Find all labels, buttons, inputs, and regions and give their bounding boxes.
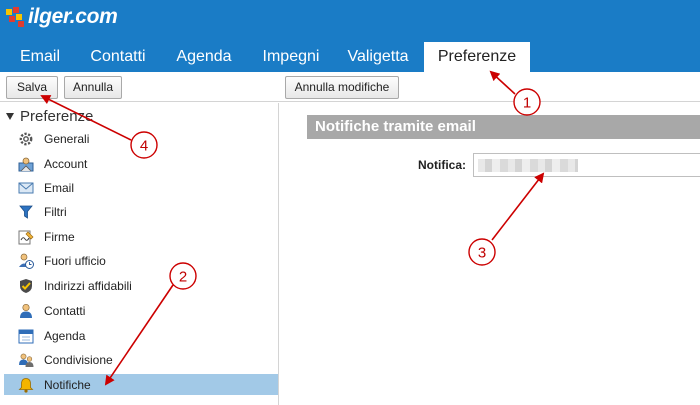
sidebar-item-label: Condivisione bbox=[44, 352, 113, 367]
notifica-label: Notifica: bbox=[418, 158, 466, 172]
sidebar-item-filtri[interactable]: Filtri bbox=[4, 201, 278, 222]
sidebar-item-account[interactable]: Account bbox=[4, 153, 278, 174]
sidebar-item-condivisione[interactable]: Condivisione bbox=[4, 349, 278, 370]
sidebar-item-label: Email bbox=[44, 180, 75, 195]
out-of-office-icon bbox=[18, 253, 34, 269]
sidebar-item-notifiche[interactable]: Notifiche bbox=[4, 374, 278, 395]
filter-icon bbox=[18, 204, 34, 220]
tab-impegni[interactable]: Impegni bbox=[250, 42, 332, 72]
cancel-button[interactable]: Annulla bbox=[64, 76, 122, 99]
tab-contatti[interactable]: Contatti bbox=[78, 42, 158, 72]
save-button[interactable]: Salva bbox=[6, 76, 58, 99]
envelope-icon bbox=[18, 180, 34, 196]
sidebar-item-firme[interactable]: Firme bbox=[4, 226, 278, 247]
sidebar-item-email[interactable]: Email bbox=[4, 177, 278, 198]
sidebar-header[interactable]: Preferenze bbox=[6, 106, 93, 126]
contact-icon bbox=[18, 303, 34, 319]
sidebar-item-label: Indirizzi affidabili bbox=[44, 278, 132, 293]
sidebar-title: Preferenze bbox=[20, 107, 94, 125]
account-icon bbox=[18, 156, 34, 172]
tab-email[interactable]: Email bbox=[8, 42, 72, 72]
sidebar-item-agenda[interactable]: Agenda bbox=[4, 325, 278, 346]
sidebar-item-label: Contatti bbox=[44, 303, 86, 318]
calendar-icon bbox=[18, 328, 34, 344]
toolbar: Salva Annulla Annulla modifiche bbox=[0, 72, 700, 102]
annotation-number-3: 3 bbox=[478, 245, 486, 262]
sidebar-item-label: Generali bbox=[44, 131, 90, 146]
logo-mark-icon bbox=[6, 7, 26, 27]
sidebar-item-label: Notifiche bbox=[44, 377, 91, 392]
section-title: Notifiche tramite email bbox=[307, 115, 700, 139]
notifica-email-input[interactable] bbox=[473, 153, 700, 177]
tab-preferenze[interactable]: Preferenze bbox=[424, 42, 530, 72]
annotation-badge-3 bbox=[468, 238, 496, 266]
collapse-triangle-icon bbox=[6, 112, 14, 120]
sidebar-item-label: Filtri bbox=[44, 204, 67, 219]
shield-icon bbox=[18, 278, 34, 294]
app-logo[interactable]: ilger.com bbox=[6, 4, 118, 30]
preferences-sidebar: Preferenze Generali Account Email Filtri… bbox=[0, 103, 279, 405]
sidebar-item-label: Fuori ufficio bbox=[44, 253, 106, 268]
sidebar-item-contatti[interactable]: Contatti bbox=[4, 300, 278, 321]
annotation-arrow-3 bbox=[491, 172, 545, 241]
sidebar-item-fuori-ufficio[interactable]: Fuori ufficio bbox=[4, 250, 278, 271]
sharing-icon bbox=[18, 352, 34, 368]
tab-valigetta[interactable]: Valigetta bbox=[338, 42, 418, 72]
tab-agenda[interactable]: Agenda bbox=[164, 42, 244, 72]
sidebar-item-label: Account bbox=[44, 156, 88, 171]
bell-icon bbox=[18, 377, 34, 393]
redacted-email-value bbox=[478, 159, 578, 172]
main-tabs: Email Contatti Agenda Impegni Valigetta … bbox=[0, 42, 700, 72]
gear-icon bbox=[18, 131, 34, 147]
signature-icon bbox=[18, 229, 34, 245]
sidebar-item-generali[interactable]: Generali bbox=[4, 128, 278, 149]
sidebar-item-label: Agenda bbox=[44, 328, 86, 343]
undo-changes-button[interactable]: Annulla modifiche bbox=[285, 76, 399, 99]
sidebar-item-indirizzi-affidabili[interactable]: Indirizzi affidabili bbox=[4, 275, 278, 296]
sidebar-item-label: Firme bbox=[44, 229, 75, 244]
top-header: ilger.com Email Contatti Agenda Impegni … bbox=[0, 0, 700, 72]
logo-text: ilger.com bbox=[28, 5, 118, 28]
